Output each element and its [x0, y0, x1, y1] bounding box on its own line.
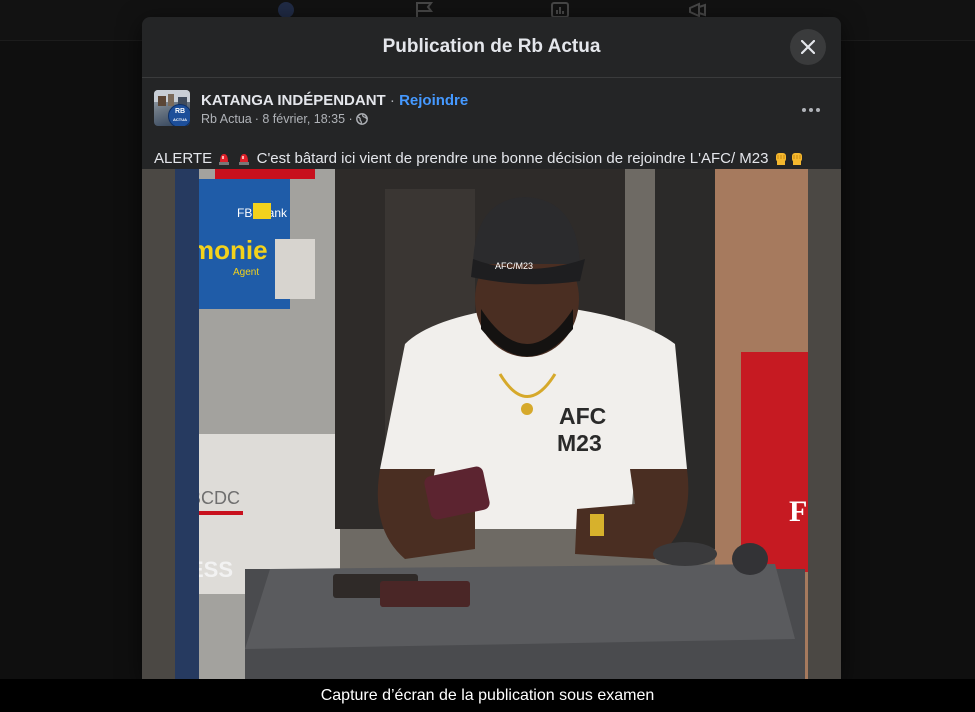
- photo-illustration: FBNbank monie Agent BCDC ESS F AFC M23: [175, 169, 808, 679]
- flag-icon: [413, 2, 435, 18]
- chart-icon: [549, 2, 571, 18]
- more-options-icon: [802, 108, 806, 112]
- author-link[interactable]: Rb Actua: [201, 112, 252, 126]
- post-timestamp[interactable]: · 8 février, 18:35 ·: [255, 112, 353, 126]
- group-name-link[interactable]: KATANGA INDÉPENDANT: [201, 92, 386, 109]
- police-light-emoji: [219, 154, 230, 165]
- close-icon: [801, 40, 815, 54]
- megaphone-icon: [687, 2, 709, 18]
- close-button[interactable]: [790, 29, 826, 65]
- rb-actua-logo: RB ACTUA: [168, 104, 190, 126]
- image-caption: Capture d’écran de la publication sous e…: [320, 686, 655, 704]
- name-separator: ·: [385, 92, 400, 109]
- shirt-text-line1: AFC: [559, 403, 606, 429]
- police-light-emoji: [239, 154, 250, 165]
- caption-bar: Capture d’écran de la publication sous e…: [0, 679, 975, 712]
- red-sign: [741, 352, 808, 572]
- modal-title: Publication de Rb Actua: [382, 36, 601, 57]
- more-dot: [809, 108, 813, 112]
- post-header: RB ACTUA KATANGA INDÉPENDANT · Rejoindre…: [142, 78, 841, 140]
- logo-text-top: RB: [174, 108, 186, 115]
- post-modal: Publication de Rb Actua RB ACTUA KATANGA…: [142, 17, 841, 679]
- sign-brand-text: monie: [191, 235, 268, 265]
- shirt-text-line2: M23: [557, 430, 602, 456]
- cap-text: AFC/M23: [495, 261, 533, 271]
- red-sign-letter: F: [789, 495, 807, 528]
- post-text-alert: ALERTE: [154, 150, 213, 167]
- sign-sub-text: Agent: [233, 267, 259, 278]
- globe-icon: [355, 113, 368, 125]
- home-icon: [275, 2, 297, 18]
- raised-fist-emoji: [791, 153, 802, 165]
- post-photo[interactable]: FBNbank monie Agent BCDC ESS F AFC M23: [142, 169, 841, 679]
- more-dot: [816, 108, 820, 112]
- more-options-button[interactable]: [793, 96, 829, 124]
- post-text-body: C'est bâtard ici vient de prendre une bo…: [256, 150, 773, 167]
- join-group-link[interactable]: Rejoindre: [399, 92, 468, 109]
- post-meta: KATANGA INDÉPENDANT · Rejoindre Rb Actua…: [201, 92, 468, 126]
- logo-text-bottom: ACTUA: [173, 117, 187, 122]
- modal-header: Publication de Rb Actua: [142, 17, 841, 78]
- group-avatar[interactable]: RB ACTUA: [154, 90, 190, 126]
- raised-fist-emoji: [775, 153, 786, 165]
